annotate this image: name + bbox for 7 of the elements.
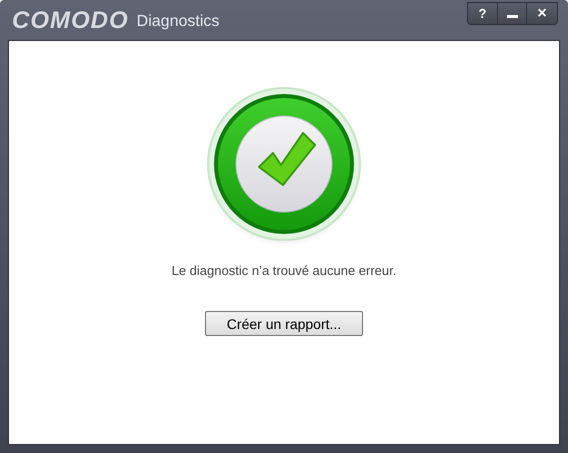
- window-title: Diagnostics: [136, 13, 220, 31]
- create-report-button[interactable]: Créer un rapport...: [205, 311, 363, 336]
- help-button[interactable]: ?: [468, 3, 497, 24]
- brand-logo: COMODO: [12, 7, 129, 35]
- minimize-button[interactable]: [497, 3, 526, 24]
- status-message: Le diagnostic n’a trouvé aucune erreur.: [172, 263, 396, 278]
- close-button[interactable]: ×: [526, 3, 557, 24]
